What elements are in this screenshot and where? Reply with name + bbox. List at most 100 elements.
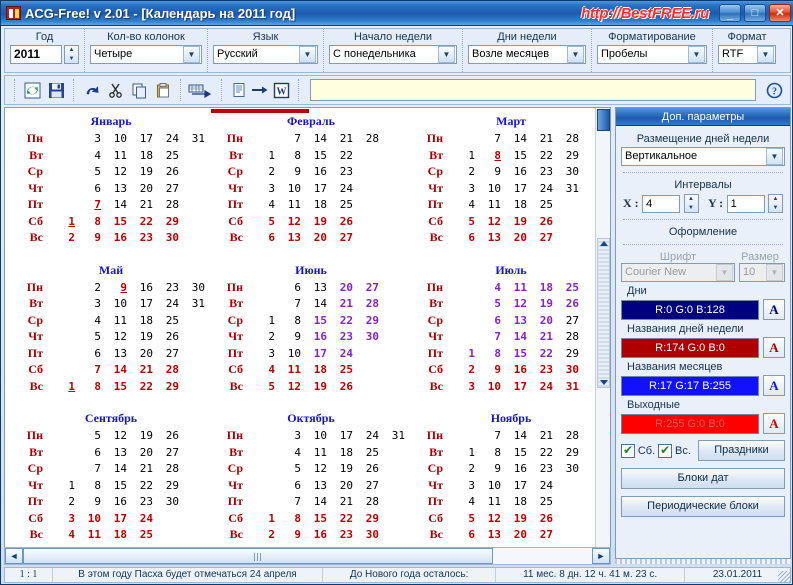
day-cell[interactable]: 8 bbox=[75, 479, 101, 492]
spin-down-icon[interactable]: ▼ bbox=[685, 204, 698, 213]
day-cell[interactable]: 13 bbox=[301, 281, 327, 294]
day-cell[interactable]: 8 bbox=[75, 380, 101, 393]
day-cell[interactable]: 18 bbox=[101, 528, 127, 541]
day-cell[interactable]: 14 bbox=[501, 429, 527, 442]
day-cell[interactable]: 23 bbox=[127, 231, 153, 244]
date-blocks-button[interactable]: Блоки дат bbox=[621, 468, 785, 489]
day-cell[interactable]: 23 bbox=[527, 363, 553, 376]
day-cell[interactable]: 6 bbox=[449, 231, 475, 244]
day-cell[interactable]: 2 bbox=[449, 165, 475, 178]
day-cell[interactable]: 22 bbox=[527, 149, 553, 162]
close-button[interactable]: ✕ bbox=[769, 4, 791, 22]
color-swatch-button[interactable]: R:255 G:0 B:0 bbox=[621, 413, 759, 434]
day-cell[interactable]: 4 bbox=[449, 495, 475, 508]
day-cell[interactable]: 1 bbox=[49, 479, 75, 492]
weekdays-combo[interactable]: Возле месяцев ▼ bbox=[468, 45, 586, 64]
day-cell[interactable]: 7 bbox=[475, 330, 501, 343]
day-cell[interactable]: 11 bbox=[75, 528, 101, 541]
day-cell[interactable]: 10 bbox=[101, 297, 127, 310]
calendar-hscrollbar[interactable]: ◄ ► bbox=[4, 547, 611, 565]
chevron-down-icon[interactable]: ▼ bbox=[688, 46, 705, 63]
day-cell[interactable]: 2 bbox=[249, 165, 275, 178]
refresh-button[interactable] bbox=[20, 78, 44, 102]
day-cell[interactable]: 7 bbox=[475, 132, 501, 145]
day-cell[interactable]: 30 bbox=[153, 231, 179, 244]
day-cell[interactable]: 22 bbox=[527, 446, 553, 459]
table-export-button[interactable] bbox=[186, 78, 216, 102]
day-cell[interactable]: 19 bbox=[127, 429, 153, 442]
day-cell[interactable]: 26 bbox=[327, 215, 353, 228]
day-cell[interactable]: 11 bbox=[475, 495, 501, 508]
interval-x-input[interactable]: 4 bbox=[642, 194, 681, 213]
font-style-button[interactable]: A bbox=[763, 337, 785, 358]
font-combo[interactable]: Courier New ▼ bbox=[621, 263, 735, 282]
day-cell[interactable]: 9 bbox=[75, 231, 101, 244]
month-block[interactable]: Июль Пн 4 11 18 25 Вт 5 12 19 26 Ср 6 13 20 27 Чт 7 14 21 28… bbox=[405, 261, 605, 410]
day-cell[interactable]: 21 bbox=[527, 330, 553, 343]
day-cell[interactable]: 26 bbox=[353, 462, 379, 475]
color-swatch-button[interactable]: R:0 G:0 B:128 bbox=[621, 299, 759, 320]
day-cell[interactable]: 17 bbox=[127, 297, 153, 310]
spin-down-icon[interactable]: ▼ bbox=[65, 55, 78, 64]
day-cell[interactable]: 3 bbox=[449, 182, 475, 195]
day-cell[interactable]: 19 bbox=[327, 462, 353, 475]
day-cell[interactable]: 16 bbox=[101, 495, 127, 508]
day-cell[interactable]: 6 bbox=[449, 528, 475, 541]
day-cell[interactable]: 20 bbox=[501, 231, 527, 244]
day-cell[interactable]: 4 bbox=[449, 198, 475, 211]
day-cell[interactable]: 12 bbox=[301, 462, 327, 475]
day-cell[interactable]: 22 bbox=[327, 314, 353, 327]
size-combo[interactable]: 10 ▼ bbox=[739, 263, 785, 282]
day-cell[interactable]: 21 bbox=[327, 132, 353, 145]
day-cell[interactable]: 4 bbox=[275, 446, 301, 459]
day-cell[interactable]: 26 bbox=[527, 215, 553, 228]
day-cell[interactable]: 18 bbox=[527, 281, 553, 294]
day-cell[interactable]: 22 bbox=[127, 479, 153, 492]
day-cell[interactable]: 25 bbox=[353, 446, 379, 459]
scroll-down-icon[interactable] bbox=[600, 380, 608, 385]
day-cell[interactable]: 28 bbox=[353, 297, 379, 310]
day-cell[interactable]: 11 bbox=[101, 314, 127, 327]
scroll-up-icon[interactable] bbox=[600, 241, 608, 246]
copy-button[interactable] bbox=[127, 78, 151, 102]
day-cell[interactable]: 20 bbox=[527, 314, 553, 327]
day-cell[interactable]: 13 bbox=[101, 182, 127, 195]
day-cell[interactable]: 24 bbox=[153, 297, 179, 310]
day-cell[interactable]: 25 bbox=[327, 363, 353, 376]
day-cell[interactable]: 9 bbox=[275, 330, 301, 343]
day-cell[interactable]: 31 bbox=[379, 429, 405, 442]
day-cell[interactable]: 1 bbox=[449, 446, 475, 459]
day-cell[interactable]: 28 bbox=[553, 429, 579, 442]
chevron-down-icon[interactable]: ▼ bbox=[766, 148, 783, 165]
day-cell[interactable]: 12 bbox=[101, 429, 127, 442]
day-cell[interactable]: 29 bbox=[353, 512, 379, 525]
cut-button[interactable] bbox=[103, 78, 127, 102]
day-cell[interactable]: 11 bbox=[475, 198, 501, 211]
day-cell[interactable]: 15 bbox=[301, 149, 327, 162]
day-cell[interactable]: 10 bbox=[75, 512, 101, 525]
day-cell[interactable]: 20 bbox=[301, 231, 327, 244]
month-block[interactable]: Сентябрь Пн 5 12 19 26 Вт 6 13 20 27 Ср 7 14 21 28 Чт 1 8 1… bbox=[5, 409, 205, 558]
day-cell[interactable]: 28 bbox=[153, 363, 179, 376]
month-block[interactable]: Февраль Пн 7 14 21 28 Вт 1 8 15 22 Ср 2 9 16 23 Чт 3 10 17 2… bbox=[205, 112, 405, 261]
day-cell[interactable]: 24 bbox=[527, 380, 553, 393]
day-cell[interactable]: 25 bbox=[327, 198, 353, 211]
chevron-down-icon[interactable]: ▼ bbox=[757, 46, 774, 63]
day-cell[interactable]: 24 bbox=[327, 182, 353, 195]
day-cell[interactable]: 14 bbox=[101, 363, 127, 376]
day-cell[interactable]: 13 bbox=[275, 231, 301, 244]
day-cell[interactable]: 23 bbox=[327, 330, 353, 343]
language-combo[interactable]: Русский ▼ bbox=[213, 45, 318, 64]
day-cell[interactable]: 19 bbox=[127, 165, 153, 178]
hscroll-thumb[interactable] bbox=[23, 548, 493, 564]
font-style-button[interactable]: A bbox=[763, 413, 785, 434]
search-input[interactable] bbox=[310, 79, 756, 101]
color-swatch-button[interactable]: R:17 G:17 B:255 bbox=[621, 375, 759, 396]
day-cell[interactable]: 7 bbox=[275, 297, 301, 310]
day-cell[interactable]: 6 bbox=[249, 231, 275, 244]
hscroll-track[interactable] bbox=[23, 548, 592, 564]
day-cell[interactable]: 3 bbox=[449, 479, 475, 492]
day-cell[interactable]: 9 bbox=[275, 528, 301, 541]
day-cell[interactable]: 12 bbox=[275, 215, 301, 228]
month-block[interactable]: Май Пн 2 9 16 23 30 Вт 3 10 17 24 31 Ср 4 11 18 25 Чт 5 12 19… bbox=[5, 261, 205, 410]
